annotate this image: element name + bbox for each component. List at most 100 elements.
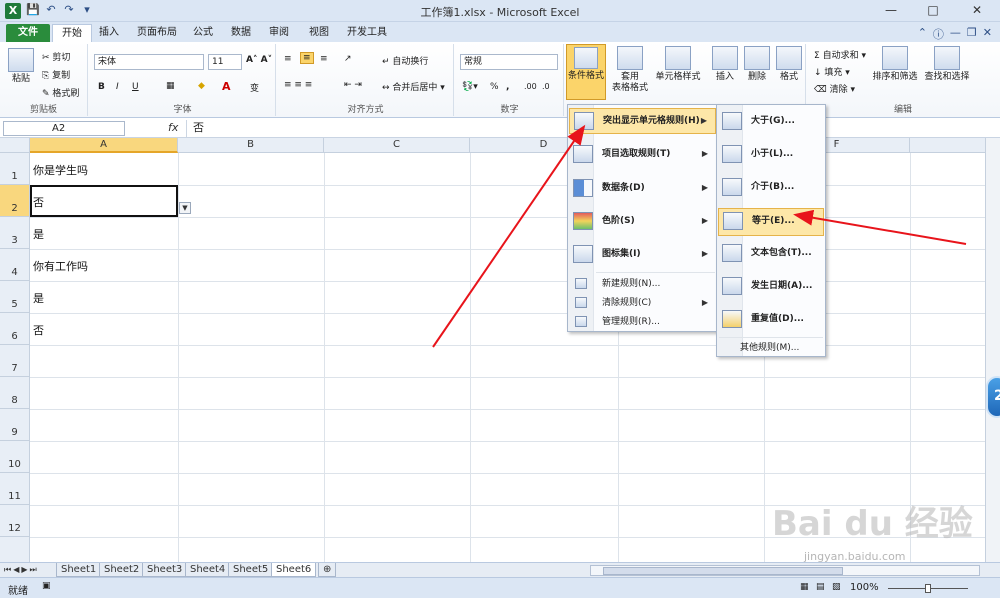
row-header-4[interactable]: 4	[0, 249, 30, 281]
copy-button[interactable]: ⎘ 复制	[42, 68, 70, 81]
comma-button[interactable]: ,	[506, 82, 509, 92]
horizontal-scrollbar[interactable]	[590, 565, 980, 576]
minimize-icon[interactable]: —	[870, 0, 912, 20]
insert-function-icon[interactable]: fx	[168, 121, 178, 134]
percent-button[interactable]: %	[490, 82, 499, 92]
row-header-11[interactable]: 11	[0, 473, 30, 505]
cut-button[interactable]: ✂ 剪切	[42, 50, 70, 63]
submenu-item-date-occurring[interactable]: 发生日期(A)...	[718, 274, 824, 300]
font-color-button[interactable]: A	[222, 80, 231, 93]
grow-font-button[interactable]: A˄ A˅	[246, 55, 272, 65]
row-header-13[interactable]	[0, 537, 30, 562]
sheet-tab-2[interactable]: Sheet2	[99, 563, 145, 577]
last-sheet-icon[interactable]: ⏭	[30, 565, 37, 575]
insert-cells-button[interactable]: 插入	[710, 46, 740, 83]
cell-a3[interactable]: 是	[33, 226, 44, 242]
sheet-tab-1[interactable]: Sheet1	[56, 563, 102, 577]
merge-center-button[interactable]: ↔ 合并后居中 ▾	[382, 80, 445, 93]
column-header-g[interactable]	[910, 138, 985, 153]
cell-a1[interactable]: 你是学生吗	[33, 162, 88, 178]
name-box[interactable]: A2	[3, 121, 125, 136]
accounting-format-icon[interactable]: 💱▾	[462, 82, 478, 92]
row-header-9[interactable]: 9	[0, 409, 30, 441]
menu-item-top-bottom-rules[interactable]: 项目选取规则(T) ▶	[569, 142, 716, 168]
tab-view[interactable]: 视图	[300, 24, 338, 42]
format-cells-button[interactable]: 格式	[774, 46, 804, 83]
horizontal-scroll-thumb[interactable]	[603, 567, 843, 575]
view-normal-icon[interactable]: ▦	[800, 582, 809, 592]
sheet-tab-3[interactable]: Sheet3	[142, 563, 188, 577]
row-header-10[interactable]: 10	[0, 441, 30, 473]
paste-button[interactable]: 粘贴	[6, 48, 36, 85]
align-middle-icon[interactable]: ≡	[300, 52, 314, 64]
submenu-item-equal-to[interactable]: 等于(E)...	[718, 208, 824, 236]
align-left-icon[interactable]: ≡ ≡ ≡	[284, 80, 312, 90]
tab-developer[interactable]: 开发工具	[338, 24, 396, 42]
next-sheet-icon[interactable]: ▶	[21, 565, 27, 575]
menu-item-data-bars[interactable]: 数据条(D) ▶	[569, 176, 716, 202]
doc-close-icon[interactable]: ✕	[983, 26, 992, 42]
format-as-table-button[interactable]: 套用 表格格式	[610, 46, 650, 94]
delete-cells-button[interactable]: 删除	[742, 46, 772, 83]
conditional-formatting-button[interactable]: 条件格式	[566, 44, 606, 100]
row-header-6[interactable]: 6	[0, 313, 30, 345]
row-header-12[interactable]: 12	[0, 505, 30, 537]
row-header-3[interactable]: 3	[0, 217, 30, 249]
doc-restore-icon[interactable]: ❐	[967, 26, 977, 42]
first-sheet-icon[interactable]: ⏮	[4, 565, 11, 575]
align-top-icon[interactable]: ≡	[284, 54, 292, 64]
bold-button[interactable]: B	[98, 82, 105, 92]
menu-item-manage-rules[interactable]: 管理规则(R)...	[569, 314, 716, 330]
phonetic-button[interactable]: 变	[250, 81, 259, 94]
orientation-icon[interactable]: ↗	[344, 54, 352, 64]
format-painter-button[interactable]: ✎ 格式刷	[42, 86, 79, 99]
help-icon[interactable]: ⓘ	[933, 26, 944, 42]
column-header-c[interactable]: C	[324, 138, 470, 153]
find-select-button[interactable]: 查找和选择	[922, 46, 972, 83]
view-page-layout-icon[interactable]: ▤	[816, 582, 825, 592]
column-header-a[interactable]: A	[30, 138, 178, 153]
fill-color-icon[interactable]: ◆	[198, 81, 205, 91]
tab-data[interactable]: 数据	[222, 24, 260, 42]
menu-item-clear-rules[interactable]: 清除规则(C) ▶	[569, 295, 716, 311]
increase-decimal-button[interactable]: .00	[524, 82, 537, 91]
italic-button[interactable]: I	[116, 82, 119, 92]
fill-button[interactable]: ↓ 填充 ▾	[814, 65, 850, 78]
borders-icon[interactable]: ▦	[166, 81, 175, 91]
view-page-break-icon[interactable]: ▧	[832, 582, 841, 592]
underline-button[interactable]: U	[132, 82, 139, 92]
clear-button[interactable]: ⌫ 清除 ▾	[814, 82, 855, 95]
zoom-slider-thumb[interactable]	[925, 584, 931, 593]
close-icon[interactable]: ✕	[954, 0, 1000, 20]
side-badge-icon[interactable]: 2	[986, 376, 1000, 418]
tab-file[interactable]: 文件	[6, 24, 50, 42]
cell-styles-button[interactable]: 单元格样式	[652, 46, 704, 83]
sheet-tab-6[interactable]: Sheet6	[271, 563, 317, 577]
sort-filter-button[interactable]: 排序和筛选	[870, 46, 920, 83]
cell-a5[interactable]: 是	[33, 290, 44, 306]
sheet-tab-4[interactable]: Sheet4	[185, 563, 231, 577]
font-size-combo[interactable]: 11	[208, 54, 242, 70]
submenu-item-greater-than[interactable]: 大于(G)...	[718, 109, 824, 135]
font-name-combo[interactable]: 宋体	[94, 54, 204, 70]
decrease-decimal-button[interactable]: .0	[542, 82, 550, 91]
menu-item-new-rule[interactable]: 新建规则(N)...	[569, 276, 716, 292]
menu-item-color-scales[interactable]: 色阶(S) ▶	[569, 209, 716, 235]
submenu-item-duplicate-values[interactable]: 重复值(D)...	[718, 307, 824, 333]
autosum-button[interactable]: Σ 自动求和 ▾	[814, 48, 866, 61]
tab-home[interactable]: 开始	[52, 24, 92, 42]
cell-a6[interactable]: 否	[33, 322, 44, 338]
menu-item-icon-sets[interactable]: 图标集(I) ▶	[569, 242, 716, 268]
row-header-1[interactable]: 1	[0, 153, 30, 185]
menu-item-highlight-cells-rules[interactable]: 突出显示单元格规则(H) ▶	[569, 108, 716, 134]
macro-record-icon[interactable]: ▣	[42, 581, 51, 591]
tab-review[interactable]: 审阅	[260, 24, 298, 42]
row-header-8[interactable]: 8	[0, 377, 30, 409]
vertical-scrollbar[interactable]	[985, 138, 1000, 562]
maximize-icon[interactable]: □	[912, 0, 954, 20]
number-format-combo[interactable]: 常规	[460, 54, 558, 70]
select-all-corner[interactable]	[0, 138, 30, 153]
wrap-text-button[interactable]: ↵ 自动换行	[382, 54, 428, 67]
prev-sheet-icon[interactable]: ◀	[13, 565, 19, 575]
column-header-b[interactable]: B	[178, 138, 324, 153]
